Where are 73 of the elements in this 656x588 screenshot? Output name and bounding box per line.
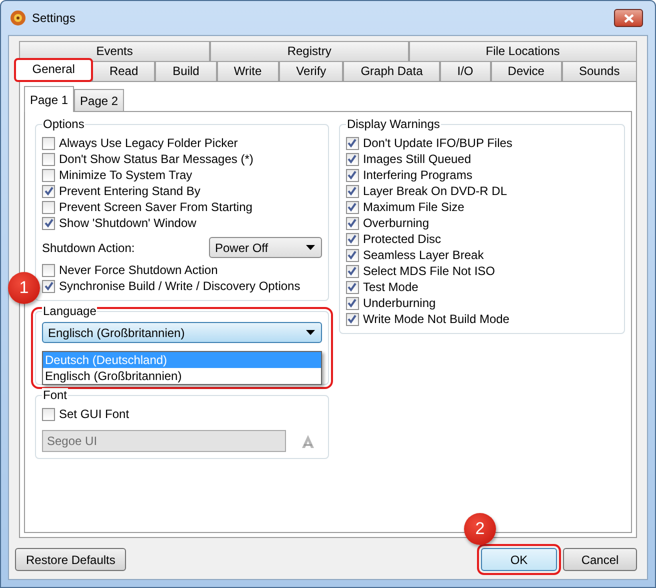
checkbox[interactable]	[346, 136, 359, 150]
close-button[interactable]	[614, 9, 643, 27]
checkbox[interactable]	[42, 168, 55, 182]
checkbox[interactable]	[42, 280, 55, 292]
checkbox[interactable]	[346, 312, 359, 326]
tab[interactable]: Build	[155, 61, 217, 81]
checkbox-label[interactable]: Don't Show Status Bar Messages (*)	[59, 150, 254, 168]
checkbox-label[interactable]: Underburning	[362, 294, 436, 312]
checkbox[interactable]	[42, 184, 55, 198]
font-picker-icon[interactable]	[300, 433, 316, 449]
dropdown-arrow-icon	[306, 245, 315, 250]
checkbox[interactable]	[346, 264, 359, 278]
dropdown-arrow-icon	[306, 330, 315, 335]
group-title: Font	[42, 388, 68, 402]
tab[interactable]: I/O	[440, 61, 491, 81]
window-title: Settings	[32, 10, 76, 27]
group-title: Language	[42, 304, 98, 318]
checkbox[interactable]	[42, 136, 55, 150]
checkbox[interactable]	[346, 184, 359, 198]
button[interactable]: Restore Defaults	[15, 548, 126, 571]
checkbox-label[interactable]: Layer Break On DVD-R DL	[362, 182, 508, 200]
checkbox-label[interactable]: Show 'Shutdown' Window	[59, 214, 196, 232]
checkbox[interactable]	[346, 216, 359, 230]
group-title: Options	[42, 117, 86, 131]
tab[interactable]: Sounds	[562, 61, 637, 81]
checkbox-label[interactable]: Images Still Queued	[362, 150, 472, 168]
checkbox[interactable]	[42, 200, 55, 214]
checkbox-label[interactable]: Protected Disc	[362, 230, 441, 248]
checkbox[interactable]	[42, 408, 55, 420]
checkbox[interactable]	[42, 152, 55, 166]
checkbox-label[interactable]: Interfering Programs	[362, 166, 472, 184]
dropdown[interactable]: Englisch (Großbritannien)	[42, 322, 322, 343]
tab[interactable]: Graph Data	[343, 61, 440, 81]
tab[interactable]: General	[15, 59, 92, 81]
field-label: Shutdown Action:	[42, 240, 135, 256]
app-icon	[10, 10, 26, 26]
checkbox-label[interactable]: Maximum File Size	[362, 198, 464, 216]
checkbox-label[interactable]: Don't Update IFO/BUP Files	[362, 134, 512, 152]
checkbox[interactable]	[346, 248, 359, 262]
checkbox-label[interactable]: Minimize To System Tray	[59, 166, 192, 184]
checkbox-label[interactable]: Always Use Legacy Folder Picker	[59, 134, 238, 152]
tab[interactable]: Events	[19, 41, 210, 61]
checkbox-label[interactable]: Overburning	[362, 214, 430, 232]
tab[interactable]: Page 2	[74, 89, 124, 112]
checkbox-label[interactable]: Never Force Shutdown Action	[59, 261, 218, 279]
checkbox-label[interactable]: Test Mode	[362, 278, 418, 296]
tab[interactable]: Registry	[210, 41, 409, 61]
checkbox-label[interactable]: Select MDS File Not ISO	[362, 262, 496, 280]
tab[interactable]: File Locations	[408, 41, 638, 61]
dropdown[interactable]: Power Off	[208, 237, 322, 258]
tab[interactable]: Read	[92, 61, 156, 81]
checkbox-label[interactable]: Prevent Entering Stand By	[59, 182, 200, 200]
close-icon	[624, 14, 634, 22]
checkbox[interactable]	[346, 232, 359, 246]
button[interactable]: Cancel	[563, 548, 637, 571]
checkbox[interactable]	[346, 152, 359, 166]
checkbox-label[interactable]: Seamless Layer Break	[362, 246, 484, 264]
checkbox-label[interactable]: Prevent Screen Saver From Starting	[59, 198, 252, 216]
tab[interactable]: Write	[216, 61, 279, 81]
checkbox[interactable]	[346, 200, 359, 214]
tab[interactable]: Device	[490, 61, 562, 81]
checkbox-label[interactable]: Write Mode Not Build Mode	[362, 310, 510, 328]
group-title: Display Warnings	[346, 117, 441, 131]
checkbox[interactable]	[346, 168, 359, 182]
tab[interactable]: Page 1	[24, 86, 74, 112]
checkbox-label[interactable]: Set GUI Font	[59, 405, 130, 423]
checkbox[interactable]	[42, 264, 55, 276]
checkbox[interactable]	[42, 216, 55, 230]
checkbox-label[interactable]: Synchronise Build / Write / Discovery Options	[59, 277, 300, 295]
dropdown-option[interactable]: Englisch (Großbritannien)	[43, 368, 321, 384]
checkbox[interactable]	[346, 296, 359, 310]
checkbox[interactable]	[346, 280, 359, 294]
tab[interactable]: Verify	[278, 61, 344, 81]
